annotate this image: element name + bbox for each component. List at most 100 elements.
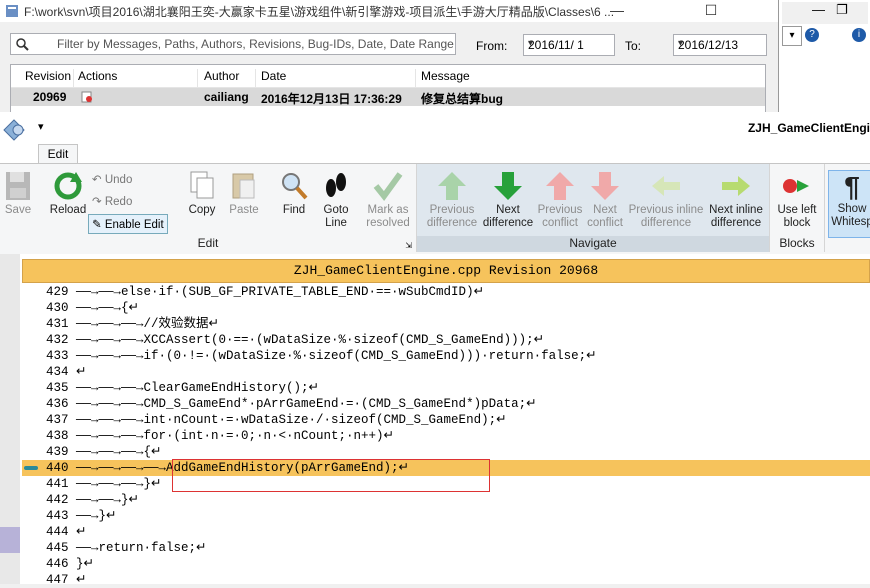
use-left-block-icon xyxy=(783,179,809,193)
code-view[interactable]: 429 ——→——→else·if·(SUB_GF_PRIVATE_TABLE_E… xyxy=(22,284,870,588)
line-text: ——→——→——→CMD_S_GameEnd*·pArrGameEnd·=·(C… xyxy=(76,397,537,411)
line-text: ——→——→——→//效验数据↵ xyxy=(76,317,219,331)
line-text: ——→——→{↵ xyxy=(76,301,139,315)
arrow-right-icon xyxy=(722,176,750,196)
restore-icon[interactable]: ❐ xyxy=(836,2,848,18)
navigate-group-label: Navigate xyxy=(417,236,769,252)
code-line[interactable]: 444 ↵ xyxy=(22,524,870,540)
code-line[interactable]: 435 ——→——→——→ClearGameEndHistory();↵ xyxy=(22,380,870,396)
blocks-group-label: Blocks xyxy=(779,236,815,250)
line-text: ——→}↵ xyxy=(76,509,117,523)
help-icon[interactable]: ? xyxy=(805,28,819,42)
col-date[interactable]: Date xyxy=(261,69,286,83)
row-date: 2016年12月13日 17:36:29 xyxy=(261,92,402,106)
log-window-title: F:\work\svn\项目2016\湖北襄阳王奕-大赢家卡五星\游戏组件\新引… xyxy=(24,5,615,19)
line-text: ——→——→——→XCCAssert(0·==·(wDataSize·%·siz… xyxy=(76,333,545,347)
paste-button[interactable]: Paste xyxy=(226,170,262,217)
code-line[interactable]: 445 ——→return·false;↵ xyxy=(22,540,870,556)
redo-icon: ↷ xyxy=(92,196,102,208)
code-line[interactable]: 438 ——→——→——→for·(int·n·=·0;·n·<·nCount;·… xyxy=(22,428,870,444)
file-header: ZJH_GameClientEngine.cpp Revision 20968 xyxy=(22,259,870,283)
code-line[interactable]: 439 ——→——→——→{↵ xyxy=(22,444,870,460)
code-line[interactable]: 442 ——→——→}↵ xyxy=(22,492,870,508)
diff-marker xyxy=(0,527,20,553)
line-number: 444 xyxy=(46,525,69,539)
code-line[interactable]: 433 ——→——→——→if·(0·!=·(wDataSize·%·sizeof… xyxy=(22,348,870,364)
log-filter-input[interactable]: Filter by Messages, Paths, Authors, Revi… xyxy=(10,33,456,55)
from-date-picker[interactable]: 2016/11/ 1 ▾ xyxy=(523,34,615,56)
show-whitespace-button[interactable]: ¶ Show Whitesp xyxy=(828,170,870,238)
row-revision: 20969 xyxy=(33,90,67,104)
modified-icon xyxy=(81,91,93,106)
col-actions[interactable]: Actions xyxy=(78,69,117,83)
side-window: — ❐ i ? ▾ xyxy=(778,0,870,120)
minimize-icon[interactable]: — xyxy=(812,2,825,17)
line-text: ——→return·false;↵ xyxy=(76,541,207,555)
code-line[interactable]: 430 ——→——→{↵ xyxy=(22,300,870,316)
code-line[interactable]: 437 ——→——→——→int·nCount·=·wDataSize·/·siz… xyxy=(22,412,870,428)
code-line[interactable]: 432 ——→——→——→XCCAssert(0·==·(wDataSize·%·… xyxy=(22,332,870,348)
enable-edit-button[interactable]: ✎ Enable Edit xyxy=(88,214,168,234)
from-label: From: xyxy=(476,39,508,53)
reload-icon xyxy=(54,172,82,200)
app-menu-icon[interactable] xyxy=(0,116,32,144)
maximize-button[interactable]: ☐ xyxy=(688,0,734,22)
edit-group: Save Reload ↶ Undo ↷ Redo ✎ Enable Edit … xyxy=(0,164,417,252)
annotation-box xyxy=(172,459,490,492)
code-line[interactable]: 446}↵ xyxy=(22,556,870,572)
edit-group-label: Edit xyxy=(197,236,219,250)
dialog-launcher-icon[interactable]: ⇲ xyxy=(405,241,412,250)
goto-line-button[interactable]: Goto Line xyxy=(318,170,354,230)
line-text: }↵ xyxy=(76,557,94,571)
col-message[interactable]: Message xyxy=(421,69,470,83)
copy-icon xyxy=(190,171,214,199)
col-author[interactable]: Author xyxy=(204,69,239,83)
footprints-icon xyxy=(326,173,346,197)
log-row[interactable]: 20969 cailiang 2016年12月13日 17:36:29 修复总结… xyxy=(11,88,765,106)
line-text: ——→——→}↵ xyxy=(76,493,139,507)
minimize-button[interactable]: — xyxy=(594,0,640,22)
reload-button[interactable]: Reload xyxy=(48,170,88,217)
line-text: ↵ xyxy=(76,573,87,587)
quick-access-dropdown[interactable]: ▾ xyxy=(38,120,44,133)
line-text: ——→——→——→{↵ xyxy=(76,445,162,459)
tab-edit[interactable]: Edit xyxy=(38,144,78,165)
previous-inline-difference-button[interactable]: Previous inline difference xyxy=(627,170,705,230)
code-line[interactable]: 429 ——→——→else·if·(SUB_GF_PRIVATE_TABLE_E… xyxy=(22,284,870,300)
redo-button[interactable]: ↷ Redo xyxy=(92,194,132,208)
blocks-group: Use left block Blocks xyxy=(770,164,825,252)
code-line[interactable]: 443 ——→}↵ xyxy=(22,508,870,524)
next-conflict-button[interactable]: Next conflict xyxy=(583,170,627,230)
col-revision[interactable]: Revision xyxy=(25,69,71,83)
to-label: To: xyxy=(625,39,642,53)
chevron-down-icon: ▾ xyxy=(528,38,534,49)
find-button[interactable]: Find xyxy=(278,170,310,217)
to-date-picker[interactable]: 2016/12/13 ▾ xyxy=(673,34,767,56)
code-line[interactable]: 431 ——→——→——→//效验数据↵ xyxy=(22,316,870,332)
save-icon xyxy=(6,172,30,200)
navigate-group: Previous difference Next difference Prev… xyxy=(417,164,770,252)
paste-icon xyxy=(232,173,255,199)
search-icon xyxy=(16,38,29,51)
code-line[interactable]: 434 ↵ xyxy=(22,364,870,380)
merge-window-titlebar: ▾ ZJH_GameClientEngi xyxy=(0,112,870,142)
undo-button[interactable]: ↶ Undo xyxy=(92,172,132,186)
previous-difference-button[interactable]: Previous difference xyxy=(421,170,483,230)
save-button[interactable]: Save xyxy=(2,170,34,217)
arrow-up-icon xyxy=(438,172,466,200)
filter-placeholder: Filter by Messages, Paths, Authors, Revi… xyxy=(57,37,454,51)
copy-button[interactable]: Copy xyxy=(184,170,220,217)
line-text: ↵ xyxy=(76,365,87,379)
mark-as-resolved-button[interactable]: Mark as resolved xyxy=(364,170,412,230)
row-author: cailiang xyxy=(204,90,249,104)
previous-conflict-button[interactable]: Previous conflict xyxy=(535,170,585,230)
next-difference-button[interactable]: Next difference xyxy=(479,170,537,230)
use-left-block-button[interactable]: Use left block xyxy=(772,170,822,230)
next-inline-difference-button[interactable]: Next inline difference xyxy=(703,170,769,230)
chevron-down-icon[interactable]: ▾ xyxy=(782,26,802,46)
code-line[interactable]: 436 ——→——→——→CMD_S_GameEnd*·pArrGameEnd·=… xyxy=(22,396,870,412)
pilcrow-icon: ¶ xyxy=(844,171,860,202)
pencil-icon: ✎ xyxy=(92,219,102,231)
info-icon[interactable]: i xyxy=(852,28,866,42)
code-line[interactable]: 447 ↵ xyxy=(22,572,870,588)
